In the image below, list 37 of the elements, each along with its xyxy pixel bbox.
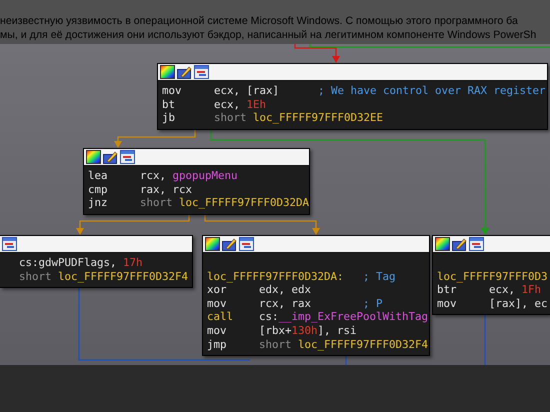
code-line: short loc_FFFFF97FFF0D32F4 (19, 270, 188, 284)
code-line: mov [rbx+130h], rsi (207, 324, 358, 338)
code-line: cs:gdwPUDFlags, 17h (19, 256, 143, 270)
color-gradient-icon[interactable] (435, 237, 450, 251)
pencil-icon[interactable] (452, 237, 467, 251)
code-block[interactable]: cs:gdwPUDFlags, 17h short loc_FFFFF97FFF0D32F4 (0, 235, 193, 288)
code-line: jb short loc_FFFFF97FFF0D32EE (162, 111, 384, 125)
article-text: неизвестную уязвимость в операционной системе Microsoft Windows. С помощью этого программного ба (0, 14, 518, 28)
code-line: cmp rax, rcx (88, 182, 194, 196)
pencil-icon[interactable] (177, 65, 192, 79)
code-line: loc_FFFFF97FFF0D3 (437, 270, 549, 284)
code-line: xor edx, edx (207, 283, 312, 297)
window-icon[interactable] (120, 150, 135, 164)
color-gradient-icon[interactable] (205, 237, 220, 251)
pencil-icon[interactable] (222, 237, 237, 251)
window-icon[interactable] (469, 237, 484, 251)
color-gradient-icon[interactable] (86, 150, 101, 164)
code-block[interactable]: loc_FFFFF97FFF0D3 btr ecx, 1Fh mov [rax], ec (432, 235, 550, 316)
code-line: jmp short loc_FFFFF97FFF0D32F4 (207, 338, 428, 352)
code-block[interactable]: mov ecx, [rax] ; We have control over RAX register bt ecx, 1Eh jb short loc_FFFFF97FFF0D32EE (157, 63, 548, 130)
code-block[interactable]: lea rcx, gpopupMenu cmp rax, rcx jnz short loc_FFFFF97FFF0D32DA (83, 148, 310, 215)
pencil-icon[interactable] (103, 150, 118, 164)
code-line: jnz short loc_FFFFF97FFF0D32DA (88, 196, 310, 210)
window-icon[interactable] (239, 237, 254, 251)
code-line: mov ecx, [rax] ; We have control over RAX register (162, 84, 546, 98)
window-icon[interactable] (194, 65, 209, 79)
code-line: call cs:__imp_ExFreePoolWithTag (207, 310, 428, 324)
code-line: mov [rax], ec (437, 296, 549, 310)
code-line: bt ecx, 1Eh (162, 98, 268, 112)
window-icon[interactable] (2, 237, 17, 251)
color-gradient-icon[interactable] (160, 65, 175, 79)
code-line: loc_FFFFF97FFF0D32DA: ; Tag (207, 270, 396, 284)
code-block[interactable]: loc_FFFFF97FFF0D32DA: ; Tag xor edx, edx mov rcx, rax ; P call cs:__imp_ExFreePoolWithTag mov [rbx+130h], rsi jmp short loc_FFFFF97FFF0D32F4 (202, 235, 430, 356)
article-text: мы, и для её достижения они используют бэкдор, написанный на легитимном компоненте Windows PowerSh (0, 28, 536, 42)
code-line: btr ecx, 1Fh (437, 283, 542, 297)
code-line: mov rcx, rax ; P (207, 296, 383, 310)
code-line: lea rcx, gpopupMenu (88, 169, 239, 183)
